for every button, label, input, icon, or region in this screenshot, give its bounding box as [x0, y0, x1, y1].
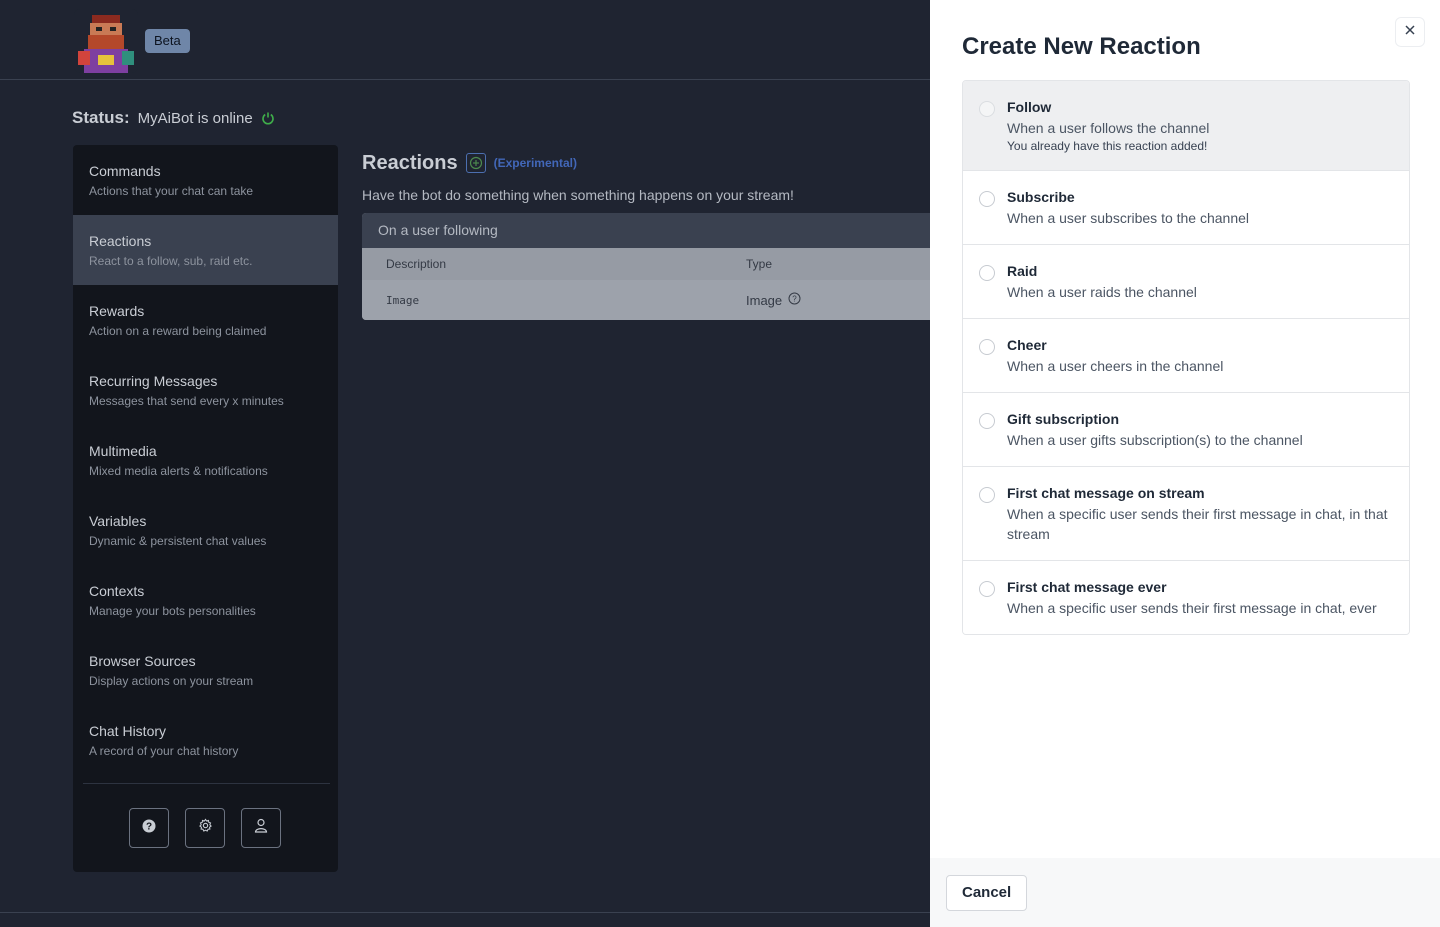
- sidebar-item-title: Reactions: [89, 233, 152, 249]
- radio-subscribe[interactable]: [979, 191, 995, 207]
- profile-button[interactable]: [241, 808, 281, 848]
- option-first-chat-message-on-stream[interactable]: First chat message on stream When a spec…: [963, 467, 1409, 561]
- sidebar-item-multimedia[interactable]: Multimedia Mixed media alerts & notifica…: [73, 425, 338, 495]
- power-icon: [261, 111, 275, 125]
- sidebar-item-desc: Mixed media alerts & notifications: [89, 464, 268, 478]
- sidebar-item-title: Commands: [89, 163, 161, 179]
- help-button[interactable]: ?: [129, 808, 169, 848]
- option-note: You already have this reaction added!: [1007, 139, 1208, 153]
- option-desc: When a specific user sends their first m…: [1007, 600, 1377, 616]
- drawer-title: Create New Reaction: [962, 33, 1201, 60]
- option-title: Cheer: [1007, 337, 1047, 353]
- svg-text:?: ?: [792, 294, 797, 303]
- sidebar-item-title: Chat History: [89, 723, 167, 739]
- table-row[interactable]: Image Image ?: [362, 280, 930, 320]
- radio-first-chat-message-ever[interactable]: [979, 581, 995, 597]
- option-title: Follow: [1007, 99, 1052, 115]
- add-reaction-button[interactable]: [465, 153, 486, 173]
- column-header-type: Type: [746, 257, 773, 271]
- radio-gift-subscription[interactable]: [979, 413, 995, 429]
- help-circle-icon[interactable]: ?: [788, 292, 801, 308]
- radio-raid[interactable]: [979, 265, 995, 281]
- row-description: Image: [386, 293, 420, 307]
- column-header-description: Description: [386, 257, 447, 271]
- sidebar-item-chat-history[interactable]: Chat History A record of your chat histo…: [73, 705, 338, 775]
- reaction-card-header[interactable]: On a user following: [362, 213, 930, 248]
- main-header: Reactions (Experimental): [362, 150, 930, 176]
- settings-button[interactable]: [185, 808, 225, 848]
- option-title: First chat message ever: [1007, 579, 1167, 595]
- option-desc: When a user cheers in the channel: [1007, 358, 1224, 374]
- cancel-button[interactable]: Cancel: [946, 875, 1028, 911]
- option-title: Gift subscription: [1007, 411, 1119, 427]
- page-title: Reactions: [362, 151, 458, 174]
- row-type: Image ?: [746, 292, 930, 308]
- option-title: Subscribe: [1007, 189, 1075, 205]
- sidebar-item-recurring-messages[interactable]: Recurring Messages Messages that send ev…: [73, 355, 338, 425]
- help-icon: ?: [142, 819, 156, 838]
- sidebar-item-contexts[interactable]: Contexts Manage your bots personalities: [73, 565, 338, 635]
- option-desc: When a specific user sends their first m…: [1007, 506, 1388, 542]
- option-cheer[interactable]: Cheer When a user cheers in the channel: [963, 319, 1409, 393]
- option-title: Raid: [1007, 263, 1038, 279]
- sidebar-item-desc: Messages that send every x minutes: [89, 394, 284, 408]
- user-icon: [254, 818, 268, 838]
- beta-badge: Beta: [145, 29, 190, 53]
- option-follow: Follow When a user follows the channel Y…: [963, 81, 1409, 171]
- status-row: Status: MyAiBot is online: [72, 106, 275, 130]
- sidebar-item-title: Multimedia: [89, 443, 157, 459]
- sidebar-item-title: Contexts: [89, 583, 145, 599]
- option-desc: When a user follows the channel: [1007, 120, 1210, 136]
- sidebar-item-desc: Actions that your chat can take: [89, 184, 254, 198]
- table-header: Description Type: [362, 248, 930, 280]
- status-label: Status:: [72, 108, 130, 127]
- footer-divider: [0, 912, 930, 913]
- sidebar-item-desc: Action on a reward being claimed: [89, 324, 267, 338]
- sidebar-item-variables[interactable]: Variables Dynamic & persistent chat valu…: [73, 495, 338, 565]
- sidebar-item-browser-sources[interactable]: Browser Sources Display actions on your …: [73, 635, 338, 705]
- create-reaction-drawer: Create New Reaction Follow When a user f…: [930, 0, 1440, 927]
- sidebar-item-commands[interactable]: Commands Actions that your chat can take: [73, 145, 338, 215]
- sidebar-item-desc: Manage your bots personalities: [89, 604, 256, 618]
- sidebar-item-desc: Display actions on your stream: [89, 674, 254, 688]
- sidebar: Commands Actions that your chat can take…: [73, 145, 338, 872]
- plus-circle-icon: [469, 156, 482, 170]
- sidebar-item-reactions[interactable]: Reactions React to a follow, sub, raid e…: [73, 215, 338, 285]
- sidebar-item-title: Recurring Messages: [89, 373, 218, 389]
- sidebar-item-rewards[interactable]: Rewards Action on a reward being claimed: [73, 285, 338, 355]
- radio-cheer[interactable]: [979, 339, 995, 355]
- experimental-badge: (Experimental): [493, 156, 577, 170]
- status-text: MyAiBot is online: [137, 109, 253, 127]
- radio-first-chat-message-on-stream[interactable]: [979, 487, 995, 503]
- option-desc: When a user subscribes to the channel: [1007, 210, 1250, 226]
- option-title: First chat message on stream: [1007, 485, 1205, 501]
- row-type-label: Image: [746, 292, 783, 308]
- sidebar-item-desc: A record of your chat history: [89, 744, 239, 758]
- sidebar-item-title: Variables: [89, 513, 147, 529]
- sidebar-divider: [83, 783, 330, 784]
- option-first-chat-message-ever[interactable]: First chat message ever When a specific …: [963, 561, 1409, 634]
- close-button[interactable]: [1395, 17, 1425, 47]
- drawer-footer: Cancel: [930, 858, 1440, 927]
- page-description: Have the bot do something when something…: [362, 187, 794, 203]
- radio-follow: [979, 101, 995, 117]
- svg-text:?: ?: [146, 821, 152, 832]
- option-raid[interactable]: Raid When a user raids the channel: [963, 245, 1409, 319]
- reaction-card: On a user following Description Type Ima…: [362, 213, 930, 320]
- sidebar-buttons: ?: [129, 808, 281, 848]
- sidebar-item-title: Browser Sources: [89, 653, 196, 669]
- option-subscribe[interactable]: Subscribe When a user subscribes to the …: [963, 171, 1409, 245]
- option-desc: When a user raids the channel: [1007, 284, 1197, 300]
- option-desc: When a user gifts subscription(s) to the…: [1007, 432, 1303, 448]
- reaction-options: Follow When a user follows the channel Y…: [962, 80, 1410, 635]
- close-icon: [1404, 23, 1416, 41]
- main-content: Reactions (Experimental) Have the bot do…: [362, 150, 930, 320]
- sidebar-item-title: Rewards: [89, 303, 145, 319]
- sidebar-item-desc: React to a follow, sub, raid etc.: [89, 254, 253, 268]
- bot-avatar[interactable]: [74, 9, 138, 73]
- sidebar-item-desc: Dynamic & persistent chat values: [89, 534, 267, 548]
- gear-icon: [198, 818, 213, 838]
- option-gift-subscription[interactable]: Gift subscription When a user gifts subs…: [963, 393, 1409, 467]
